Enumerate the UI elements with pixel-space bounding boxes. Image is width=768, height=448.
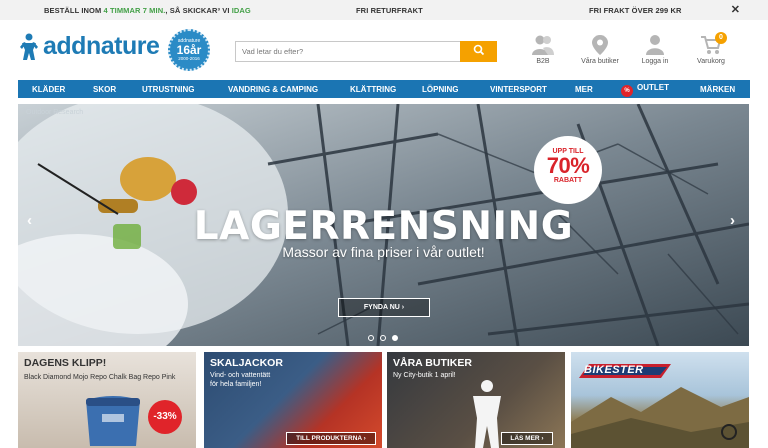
percent-icon: % <box>621 85 633 97</box>
search-button[interactable] <box>460 41 497 62</box>
user-icon <box>646 35 664 55</box>
read-more-label: LÄS MER <box>510 435 540 442</box>
outlet-label: OUTLET <box>637 83 669 92</box>
users-icon <box>532 35 554 55</box>
jackets-title: SKALJACKOR <box>210 357 283 369</box>
read-more-button[interactable]: LÄS MER › <box>501 432 553 445</box>
sale-badge-percent: 70% <box>546 153 590 178</box>
b2b-label: B2B <box>536 58 550 65</box>
to-products-button[interactable]: TILL PRODUKTERNA › <box>286 432 376 445</box>
deal-title: DAGENS KLIPP! <box>24 357 107 369</box>
promo-tile-stores[interactable]: VÅRA BUTIKER Ny City-butik 1 april! LÄS … <box>387 352 565 448</box>
b2b-link[interactable]: B2B <box>513 34 573 65</box>
promo-tile-deal[interactable]: DAGENS KLIPP! Black Diamond Mojo Repo Ch… <box>18 352 196 448</box>
carousel-dot[interactable] <box>380 335 386 341</box>
carousel-next-arrow-icon[interactable]: › <box>730 212 735 229</box>
announcement-bar: BESTÄLL INOM 4 TIMMAR 7 MIN., SÅ SKICKAR… <box>0 0 768 20</box>
site-logo[interactable]: addnature <box>18 32 160 61</box>
deal-product-name: Black Diamond Mojo Repo Chalk Bag Repo P… <box>24 374 176 381</box>
search-input[interactable] <box>235 41 461 62</box>
delivery-mid: , SÅ SKICKAR³ VI <box>165 6 230 15</box>
carousel-dot-active[interactable] <box>392 335 398 341</box>
free-returns-message: FRI RETURFRAKT <box>356 6 423 15</box>
promo-tile-jackets[interactable]: SKALJACKOR Vind- och vattentätt för hela… <box>204 352 382 448</box>
login-label: Logga in <box>641 58 669 65</box>
sale-badge: UPP TILL 70% RABATT <box>534 136 602 204</box>
delivery-prefix: BESTÄLL INOM <box>44 6 102 15</box>
stores-subtitle: Ny City-butik 1 april! <box>393 372 456 379</box>
search-icon <box>473 44 484 56</box>
sale-badge-bottom: RABATT <box>553 177 583 184</box>
stores-link[interactable]: Våra butiker <box>570 34 630 65</box>
carousel-dots <box>368 335 398 341</box>
carousel-dot[interactable] <box>368 335 374 341</box>
hero-banner[interactable]: Outdoor Research UPP TILL 70% RABATT LAG… <box>18 104 749 346</box>
badge-years-text: 16år <box>176 43 202 57</box>
nav-item-utrustning[interactable]: UTRUSTNING <box>142 85 194 94</box>
hero-title: LAGERRENSNING <box>193 204 574 249</box>
cart-link[interactable]: 0 Varukorg <box>681 32 741 65</box>
nav-item-klader[interactable]: KLÄDER <box>32 85 65 94</box>
to-products-label: TILL PRODUKTERNA <box>296 435 362 442</box>
main-nav: KLÄDER SKOR UTRUSTNING VANDRING & CAMPIN… <box>18 80 750 98</box>
nav-item-klattring[interactable]: KLÄTTRING <box>350 85 396 94</box>
shop-now-label: FYNDA NU <box>363 304 400 311</box>
site-header: addnature addnature 16år 2000-2016 B2B V… <box>0 20 768 80</box>
carousel-prev-arrow-icon[interactable]: ‹ <box>27 212 32 229</box>
close-icon[interactable]: ✕ <box>731 3 740 16</box>
cart-label: Varukorg <box>697 58 725 65</box>
photo-credit: Outdoor Research <box>26 109 84 116</box>
jackets-subtitle: Vind- och vattentätt för hela familjen! <box>210 372 271 388</box>
nav-item-vandring-camping[interactable]: VANDRING & CAMPING <box>228 85 318 94</box>
login-link[interactable]: Logga in <box>625 34 685 65</box>
discount-badge: -33% <box>148 400 182 434</box>
nav-item-skor[interactable]: SKOR <box>93 85 116 94</box>
stores-label: Våra butiker <box>581 58 619 65</box>
free-shipping-message: FRI FRAKT ÖVER 299 KR <box>589 6 682 15</box>
shop-now-button[interactable]: FYNDA NU › <box>338 298 430 317</box>
nav-item-outlet[interactable]: % OUTLET <box>621 83 669 97</box>
hiker-logo-icon <box>20 33 38 60</box>
nav-item-vintersport[interactable]: VINTERSPORT <box>490 85 547 94</box>
bikester-logo-text: BIKESTER <box>584 364 644 376</box>
delivery-countdown-message: BESTÄLL INOM 4 TIMMAR 7 MIN., SÅ SKICKAR… <box>44 6 251 15</box>
logo-text: addnature <box>43 32 160 60</box>
delivery-time: 4 TIMMAR 7 MIN. <box>103 6 166 15</box>
nav-item-marken[interactable]: MÄRKEN <box>700 85 735 94</box>
nav-item-lopning[interactable]: LÖPNING <box>422 85 458 94</box>
map-pin-icon <box>592 35 608 55</box>
anniversary-badge: addnature 16år 2000-2016 <box>168 29 210 71</box>
badge-year-range: 2000-2016 <box>178 56 200 61</box>
cart-count-badge: 0 <box>715 32 727 44</box>
nav-item-mer[interactable]: MER <box>575 85 593 94</box>
chalk-bag-image <box>86 396 140 446</box>
stores-title: VÅRA BUTIKER <box>393 357 472 369</box>
hero-subtitle: Massor av fina priser i vår outlet! <box>282 244 485 260</box>
promo-tile-bikester[interactable]: BIKESTER <box>571 352 749 448</box>
delivery-today: IDAG <box>231 6 251 15</box>
